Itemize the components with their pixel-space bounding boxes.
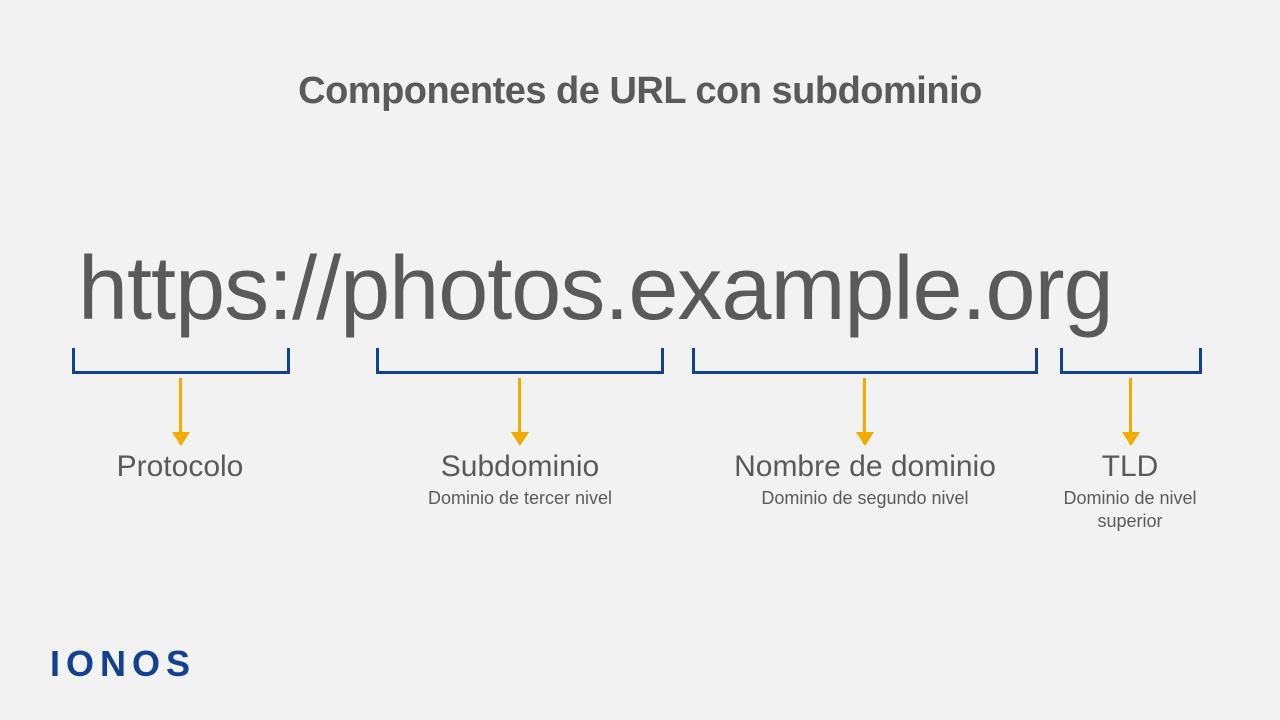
label-domain-main: Nombre de dominio xyxy=(730,450,1000,484)
bracket-subdomain xyxy=(376,348,664,374)
label-domain: Nombre de dominio Dominio de segundo niv… xyxy=(730,450,1000,510)
label-subdomain: Subdominio Dominio de tercer nivel xyxy=(400,450,640,510)
bracket-protocol xyxy=(72,348,290,374)
arrow-domain xyxy=(863,378,866,444)
label-domain-sub: Dominio de segundo nivel xyxy=(730,487,1000,510)
bracket-domain xyxy=(692,348,1038,374)
url-text: https://photos.example.org xyxy=(78,238,1113,341)
diagram-title: Componentes de URL con subdominio xyxy=(0,70,1280,113)
brand-logo: IONOS xyxy=(50,643,196,685)
arrow-protocol xyxy=(179,378,182,444)
label-tld-sub: Dominio de nivel superior xyxy=(1040,487,1220,532)
label-tld: TLD Dominio de nivel superior xyxy=(1040,450,1220,532)
label-subdomain-main: Subdominio xyxy=(400,450,640,484)
label-subdomain-sub: Dominio de tercer nivel xyxy=(400,487,640,510)
label-protocol: Protocolo xyxy=(80,450,280,487)
arrow-tld xyxy=(1129,378,1132,444)
arrow-subdomain xyxy=(518,378,521,444)
label-tld-main: TLD xyxy=(1040,450,1220,484)
bracket-tld xyxy=(1060,348,1202,374)
label-protocol-main: Protocolo xyxy=(80,450,280,484)
